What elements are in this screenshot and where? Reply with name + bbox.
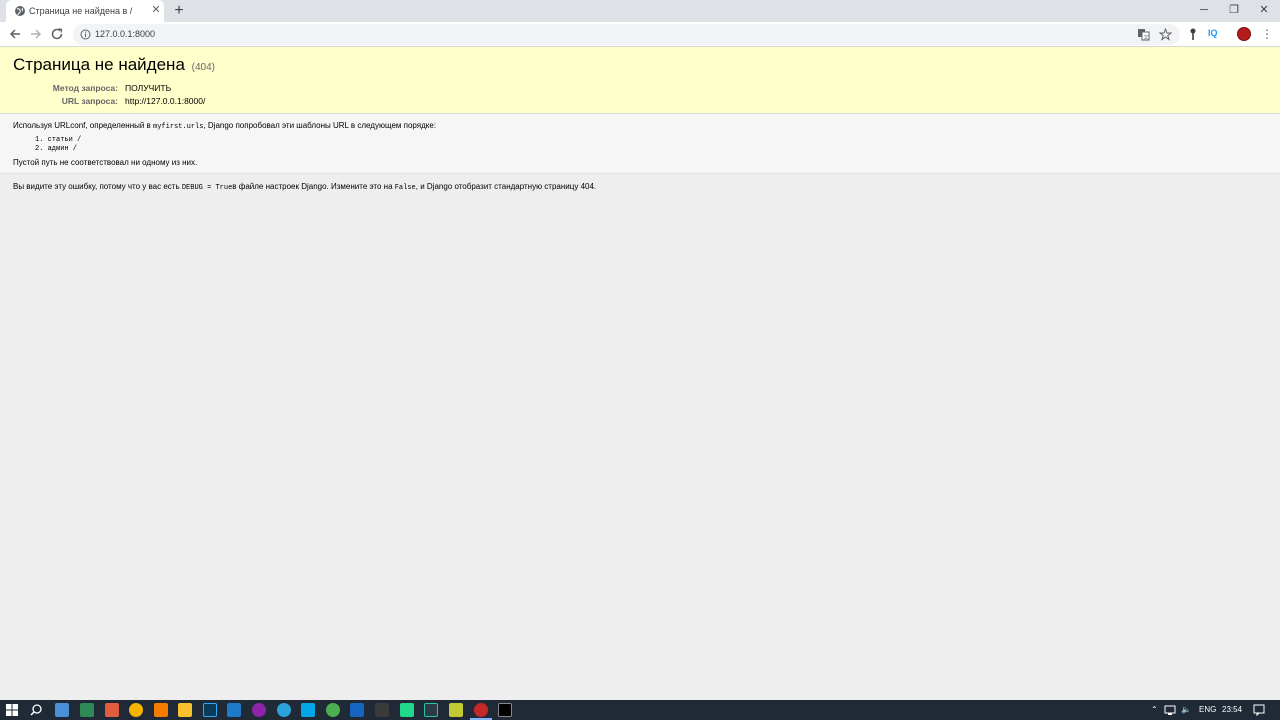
close-window-icon[interactable]: ✕ bbox=[1256, 3, 1272, 17]
request-method-label: Метод запроса: bbox=[52, 83, 118, 93]
opera-icon[interactable] bbox=[474, 703, 488, 717]
notifications-icon[interactable] bbox=[1252, 703, 1266, 717]
translate-icon[interactable]: 文 bbox=[1137, 28, 1150, 41]
site-info-icon[interactable] bbox=[80, 29, 91, 40]
iq-extension-icon[interactable]: IQ bbox=[1208, 28, 1218, 38]
url-pattern-item: 1. статьи / bbox=[35, 136, 82, 144]
search-icon[interactable] bbox=[29, 703, 43, 717]
photoshop-icon[interactable] bbox=[203, 703, 217, 717]
language-indicator[interactable]: ENG bbox=[1199, 705, 1216, 714]
urlconf-suffix: , Django попробовал эти шаблоны URL в сл… bbox=[203, 121, 437, 130]
tab-close-icon[interactable]: ✕ bbox=[150, 4, 162, 16]
bookmark-star-icon[interactable] bbox=[1159, 28, 1172, 41]
skype-icon[interactable] bbox=[301, 703, 315, 717]
browser-toolbar: 127.0.0.1:8000 文 IQ ⋮ bbox=[0, 22, 1280, 47]
office-icon[interactable] bbox=[105, 703, 119, 717]
page-title: Страница не найдена (404) bbox=[13, 55, 215, 75]
debug-explanation: Вы видите эту ошибку, потому что у вас е… bbox=[13, 182, 596, 192]
empty-path-message: Пустой путь не соответствовал ни одному … bbox=[13, 158, 198, 167]
url-text[interactable]: 127.0.0.1:8000 bbox=[95, 29, 155, 39]
request-url-value: http://127.0.0.1:8000/ bbox=[125, 96, 206, 106]
urlconf-module: myfirst.urls bbox=[153, 123, 204, 131]
windows-start-icon[interactable] bbox=[5, 703, 19, 717]
status-code: (404) bbox=[191, 62, 215, 73]
urlconf-description: Используя URLconf, определенный в myfirs… bbox=[13, 121, 436, 131]
debug-prefix: Вы видите эту ошибку, потому что у вас е… bbox=[13, 182, 182, 191]
address-bar[interactable]: 127.0.0.1:8000 文 bbox=[73, 24, 1180, 45]
restore-icon[interactable]: ❐ bbox=[1226, 3, 1242, 17]
viber-icon[interactable] bbox=[252, 703, 266, 717]
urlconf-prefix: Используя URLconf, определенный в bbox=[13, 121, 154, 130]
key-extension-icon[interactable] bbox=[1186, 27, 1200, 41]
tab-strip: Страница не найдена в / ✕ + ─ ❐ ✕ bbox=[0, 0, 1280, 22]
utorrent-icon[interactable] bbox=[326, 703, 340, 717]
chrome-icon[interactable] bbox=[129, 703, 143, 717]
app-icon[interactable] bbox=[178, 703, 192, 717]
vscode-icon[interactable] bbox=[227, 703, 241, 717]
error-summary: Страница не найдена (404) Метод запроса:… bbox=[0, 47, 1280, 114]
debug-suffix: , и Django отобразит стандартную страниц… bbox=[415, 182, 597, 191]
minimize-icon[interactable]: ─ bbox=[1196, 3, 1212, 17]
svg-text:文: 文 bbox=[1144, 34, 1149, 41]
sublime-icon[interactable] bbox=[154, 703, 168, 717]
pycharm-icon[interactable] bbox=[400, 703, 414, 717]
forward-icon[interactable] bbox=[28, 26, 44, 42]
terminal-icon[interactable] bbox=[375, 703, 389, 717]
page-content: Страница не найдена (404) Метод запроса:… bbox=[0, 47, 1280, 700]
debug-code: DEBUG = True bbox=[181, 184, 233, 192]
request-method-value: ПОЛУЧИТЬ bbox=[125, 83, 172, 93]
windows-taskbar: ⌃ 🔈 ENG 23:54 bbox=[0, 700, 1280, 720]
page-title-text: Страница не найдена bbox=[13, 55, 185, 74]
profile-avatar[interactable] bbox=[1237, 27, 1251, 41]
app-icon[interactable] bbox=[350, 703, 364, 717]
tray-chevron-icon[interactable]: ⌃ bbox=[1151, 705, 1158, 714]
telegram-icon[interactable] bbox=[277, 703, 291, 717]
back-icon[interactable] bbox=[7, 26, 23, 42]
task-view-icon[interactable] bbox=[55, 703, 69, 717]
notepad-icon[interactable] bbox=[449, 703, 463, 717]
clock[interactable]: 23:54 bbox=[1222, 705, 1242, 714]
false-code: False bbox=[394, 184, 416, 192]
url-pattern-item: 2. админ / bbox=[35, 145, 78, 153]
app-icon[interactable] bbox=[424, 703, 438, 717]
network-icon[interactable] bbox=[1163, 703, 1177, 717]
request-url-label: URL запроса: bbox=[61, 96, 118, 106]
excel-icon[interactable] bbox=[80, 703, 94, 717]
menu-kebab-icon[interactable]: ⋮ bbox=[1261, 26, 1273, 42]
tab-title: Страница не найдена в / bbox=[29, 6, 133, 16]
reload-icon[interactable] bbox=[49, 26, 65, 42]
urlconf-info: Используя URLconf, определенный в myfirs… bbox=[0, 114, 1280, 174]
globe-icon bbox=[15, 6, 25, 16]
cmd-icon[interactable] bbox=[498, 703, 512, 717]
debug-middle: в файле настроек Django. Измените это на bbox=[232, 182, 395, 191]
browser-tab[interactable]: Страница не найдена в / ✕ bbox=[6, 0, 164, 22]
volume-icon[interactable]: 🔈 bbox=[1181, 705, 1191, 714]
new-tab-icon[interactable]: + bbox=[171, 3, 187, 19]
